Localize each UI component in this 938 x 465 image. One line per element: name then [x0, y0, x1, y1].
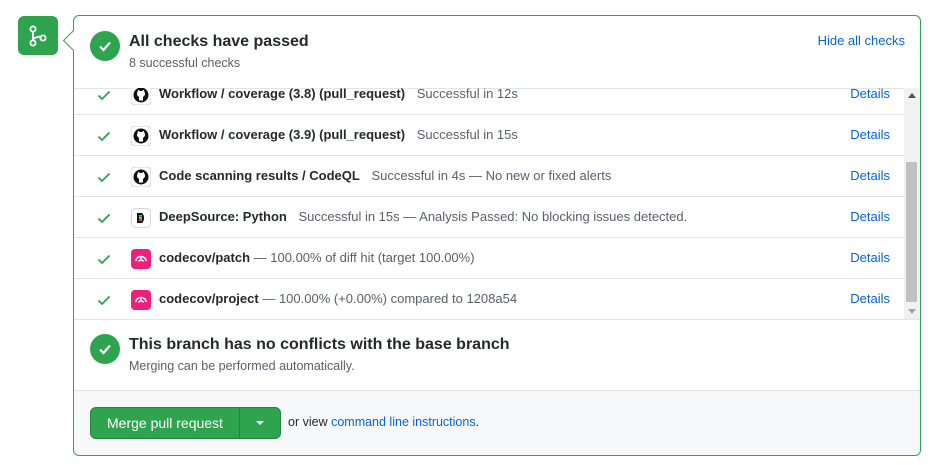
- merge-note-prefix: or view: [288, 415, 328, 429]
- check-mark-icon: [97, 90, 111, 101]
- merge-note-suffix: .: [475, 415, 480, 429]
- checks-summary-count: 8 successful checks: [129, 56, 241, 70]
- check-mark-icon: [97, 172, 111, 183]
- github-icon: [130, 125, 152, 147]
- checks-summary-title: All checks have passed: [129, 33, 309, 50]
- merge-pull-request-button[interactable]: Merge pull request: [91, 408, 239, 438]
- checks-list: Workflow / coverage (3.8) (pull_request)…: [74, 88, 920, 320]
- check-status: Successful in 12s: [416, 88, 518, 101]
- check-text: Code scanning results / CodeQL Successfu…: [159, 168, 611, 183]
- check-text: codecov/project — 100.00% (+0.00%) compa…: [159, 291, 517, 306]
- git-branch-badge: [18, 16, 58, 55]
- check-text: DeepSource: Python Successful in 15s — A…: [159, 209, 687, 224]
- git-branch-icon: [29, 25, 47, 46]
- merge-button-group: Merge pull request: [90, 407, 281, 439]
- checks-summary: All checks have passed 8 successful chec…: [74, 16, 920, 89]
- codecov-icon: [131, 290, 151, 310]
- check-mark-icon: [97, 254, 111, 265]
- check-status: — 100.00% (+0.00%) compared to 1208a54: [262, 291, 518, 306]
- success-check-icon: [90, 31, 120, 61]
- check-details-link[interactable]: Details: [850, 209, 890, 224]
- check-mark-icon: [97, 213, 111, 224]
- check-row: DeepSource: Python Successful in 15s — A…: [74, 197, 904, 238]
- check-name: Workflow / coverage (3.9) (pull_request): [159, 127, 406, 142]
- check-text: Workflow / coverage (3.8) (pull_request)…: [159, 88, 518, 101]
- check-mark-icon: [97, 131, 111, 142]
- scroll-thumb[interactable]: [906, 162, 917, 302]
- check-details-link[interactable]: Details: [850, 127, 890, 142]
- check-name: codecov/project: [159, 291, 259, 306]
- check-row: Workflow / coverage (3.9) (pull_request)…: [74, 115, 904, 156]
- check-row: Code scanning results / CodeQL Successfu…: [74, 156, 904, 197]
- check-text: Workflow / coverage (3.9) (pull_request)…: [159, 127, 518, 142]
- codecov-icon: [131, 249, 151, 269]
- hide-all-checks-link[interactable]: Hide all checks: [818, 33, 905, 48]
- github-icon: [130, 88, 152, 106]
- deepsource-icon: [131, 208, 151, 228]
- check-name: Workflow / coverage (3.8) (pull_request): [159, 88, 406, 101]
- check-row: codecov/project — 100.00% (+0.00%) compa…: [74, 279, 904, 319]
- check-status: Successful in 15s — Analysis Passed: No …: [298, 209, 688, 224]
- success-check-icon: [90, 334, 120, 364]
- check-details-link[interactable]: Details: [850, 88, 890, 101]
- check-status: Successful in 4s — No new or fixed alert…: [371, 168, 612, 183]
- check-row: Workflow / coverage (3.8) (pull_request)…: [74, 88, 904, 115]
- check-details-link[interactable]: Details: [850, 168, 890, 183]
- scroll-up-arrow-icon[interactable]: [908, 93, 916, 98]
- check-status: Successful in 15s: [416, 127, 518, 142]
- check-name: codecov/patch: [159, 250, 251, 265]
- check-mark-icon: [97, 295, 111, 306]
- check-status: — 100.00% of diff hit (target 100.00%): [253, 250, 475, 265]
- check-name: Code scanning results / CodeQL: [159, 168, 360, 183]
- merge-status-panel: All checks have passed 8 successful chec…: [62, 15, 921, 456]
- conflict-status: This branch has no conflicts with the ba…: [74, 319, 920, 391]
- github-icon: [130, 166, 152, 188]
- merge-note: or view command line instructions.: [288, 415, 479, 429]
- check-details-link[interactable]: Details: [850, 250, 890, 265]
- check-details-link[interactable]: Details: [850, 291, 890, 306]
- check-text: codecov/patch — 100.00% of diff hit (tar…: [159, 250, 475, 265]
- caret-down-icon: [255, 421, 264, 425]
- check-name: DeepSource: Python: [159, 209, 287, 224]
- command-line-instructions-link[interactable]: command line instructions: [331, 415, 476, 429]
- merge-options-dropdown[interactable]: [238, 408, 280, 438]
- checks-scrollbar[interactable]: [904, 88, 920, 319]
- check-row: codecov/patch — 100.00% of diff hit (tar…: [74, 238, 904, 279]
- conflict-title: This branch has no conflicts with the ba…: [129, 336, 510, 353]
- scroll-down-arrow-icon[interactable]: [908, 309, 916, 314]
- conflict-subtitle: Merging can be performed automatically.: [129, 359, 355, 373]
- merge-area: Merge pull request or view command line …: [74, 391, 920, 455]
